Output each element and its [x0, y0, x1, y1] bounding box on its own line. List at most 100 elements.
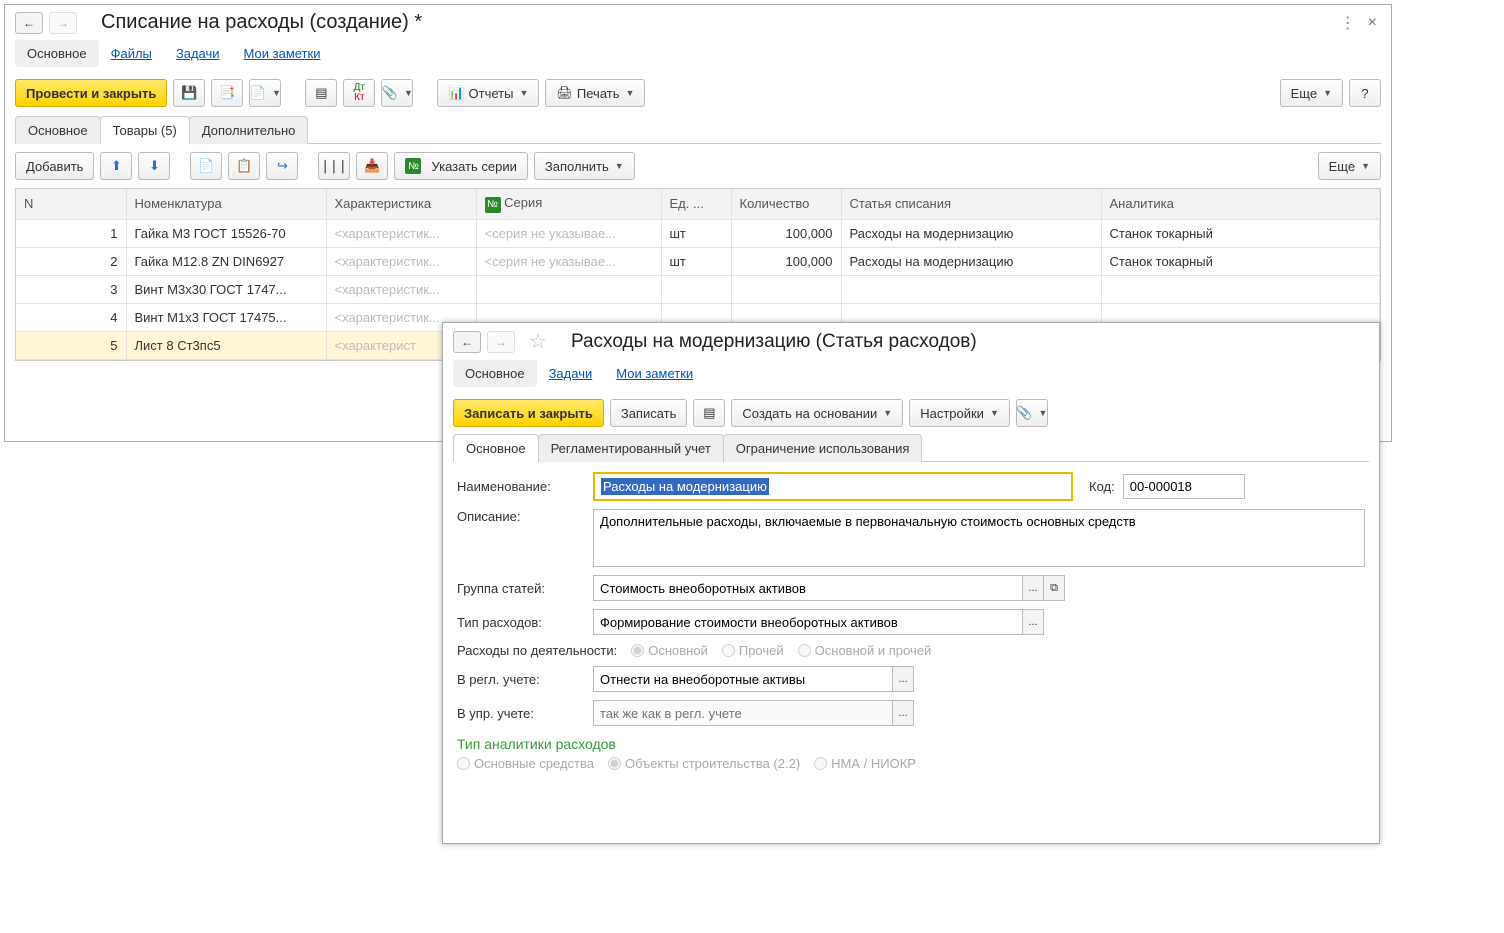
col-char[interactable]: Характеристика [326, 189, 476, 219]
copy-button[interactable] [190, 152, 222, 180]
basedon-button[interactable]: 📄▼ [249, 79, 281, 107]
tab-tasks[interactable]: Задачи [537, 360, 605, 387]
desc-label: Описание: [457, 509, 585, 524]
regl-field[interactable] [593, 666, 893, 692]
col-n[interactable]: N [16, 189, 126, 219]
type-field[interactable] [593, 609, 1023, 635]
back-button[interactable]: ← [453, 331, 481, 353]
table-row[interactable]: 2Гайка М12.8 ZN DIN6927<характеристик...… [16, 247, 1380, 275]
col-unit[interactable]: Ед. ... [661, 189, 731, 219]
window-title: Списание на расходы (создание) * [101, 11, 422, 34]
group-label: Группа статей: [457, 581, 585, 596]
formtab-limit[interactable]: Ограничение использования [723, 434, 923, 462]
table-toolbar: Добавить ⬆ ⬇ 📋 ↪ 📥 №Указать серии Заполн… [5, 144, 1391, 188]
select-button[interactable]: ... [892, 700, 914, 726]
type-label: Тип расходов: [457, 615, 585, 630]
kebab-icon[interactable]: ⋮ [1340, 13, 1356, 33]
col-qty[interactable]: Количество [731, 189, 841, 219]
paste-button[interactable]: 📋 [228, 152, 260, 180]
close-icon[interactable]: × [1364, 14, 1381, 32]
col-analytics[interactable]: Аналитика [1101, 189, 1380, 219]
open-button[interactable]: ⧉ [1043, 575, 1065, 601]
col-article[interactable]: Статья списания [841, 189, 1101, 219]
title-bar: ← → ☆ Расходы на модернизацию (Статья ра… [443, 323, 1379, 358]
tab-notes[interactable]: Мои заметки [232, 40, 333, 67]
select-button[interactable]: ... [1022, 575, 1044, 601]
name-field[interactable]: Расходы на модернизацию [593, 472, 1073, 501]
window-title: Расходы на модернизацию (Статья расходов… [571, 331, 977, 353]
move-up-button[interactable]: ⬆ [100, 152, 132, 180]
import-icon: 📥 [364, 158, 380, 174]
settings-button[interactable]: Настройки▼ [909, 399, 1010, 427]
tab-tasks[interactable]: Задачи [164, 40, 232, 67]
radio-activity-other: Прочей [722, 643, 784, 658]
nav-tabs: Основное Задачи Мои заметки [443, 358, 1379, 395]
col-nomen[interactable]: Номенклатура [126, 189, 326, 219]
select-button[interactable]: ... [892, 666, 914, 692]
arrow-left-icon: ← [461, 335, 473, 349]
tab-main[interactable]: Основное [15, 40, 99, 67]
post-button[interactable]: 📑 [211, 79, 243, 107]
code-label: Код: [1089, 479, 1115, 494]
command-bar: Записать и закрыть Записать ▤ Создать на… [443, 395, 1379, 433]
list-icon: ▤ [703, 405, 715, 421]
table-more-button[interactable]: Еще▼ [1318, 152, 1381, 180]
fill-button[interactable]: Заполнить▼ [534, 152, 635, 180]
analytics-type-header: Тип аналитики расходов [457, 736, 1365, 752]
print-button[interactable]: Печать▼ [545, 79, 645, 107]
col-series[interactable]: № Серия [476, 189, 661, 219]
reports-icon [448, 85, 464, 101]
post-and-close-button[interactable]: Провести и закрыть [15, 79, 167, 107]
attach-button[interactable]: 📎▼ [381, 79, 413, 107]
name-label: Наименование: [457, 479, 585, 494]
forward-button[interactable]: → [49, 12, 77, 34]
tab-notes[interactable]: Мои заметки [604, 360, 705, 387]
series-button[interactable]: №Указать серии [394, 152, 527, 180]
write-close-button[interactable]: Записать и закрыть [453, 399, 604, 427]
back-button[interactable]: ← [15, 12, 43, 34]
move-down-button[interactable]: ⬇ [138, 152, 170, 180]
attach-icon: 📎 [382, 85, 398, 101]
star-icon[interactable]: ☆ [529, 329, 547, 354]
help-button[interactable]: ? [1349, 79, 1381, 107]
table-row[interactable]: 3Винт М3х30 ГОСТ 1747...<характеристик..… [16, 275, 1380, 303]
add-row-button[interactable]: Добавить [15, 152, 94, 180]
list-button[interactable]: ▤ [305, 79, 337, 107]
desc-field[interactable] [593, 509, 1365, 567]
forward-button[interactable]: → [487, 331, 515, 353]
form-body: Наименование: Расходы на модернизацию Ко… [443, 462, 1379, 789]
more-button[interactable]: Еще▼ [1280, 79, 1343, 107]
write-button[interactable]: Записать [610, 399, 688, 427]
form-tabs: Основное Товары (5) Дополнительно [15, 115, 1381, 144]
attach-icon: 📎 [1016, 405, 1032, 421]
save-button[interactable] [173, 79, 205, 107]
code-field[interactable] [1123, 474, 1245, 499]
attach-button[interactable]: 📎▼ [1016, 399, 1048, 427]
command-bar: Провести и закрыть 📑 📄▼ ▤ ДтКт 📎▼ Отчеты… [5, 75, 1391, 113]
list-button[interactable]: ▤ [693, 399, 725, 427]
import-button[interactable]: 📥 [356, 152, 388, 180]
tab-main[interactable]: Основное [453, 360, 537, 387]
dtkt-button[interactable]: ДтКт [343, 79, 375, 107]
activity-label: Расходы по деятельности: [457, 643, 617, 658]
formtab-reg[interactable]: Регламентированный учет [538, 434, 724, 462]
list-icon: ▤ [315, 85, 327, 101]
formtab-main[interactable]: Основное [453, 434, 539, 462]
table-row[interactable]: 1Гайка М3 ГОСТ 15526-70<характеристик...… [16, 219, 1380, 247]
arrow-right-icon: → [495, 335, 507, 349]
barcode-button[interactable] [318, 152, 350, 180]
select-button[interactable]: ... [1022, 609, 1044, 635]
print-icon [556, 85, 573, 101]
create-by-button[interactable]: Создать на основании▼ [731, 399, 903, 427]
tab-files[interactable]: Файлы [99, 40, 164, 67]
table-header: N Номенклатура Характеристика № Серия Ед… [16, 189, 1380, 219]
post-icon: 📑 [219, 85, 235, 101]
reports-button[interactable]: Отчеты▼ [437, 79, 539, 107]
formtab-extra[interactable]: Дополнительно [189, 116, 309, 144]
group-field[interactable] [593, 575, 1023, 601]
formtab-main[interactable]: Основное [15, 116, 101, 144]
title-bar: ← → Списание на расходы (создание) * ⋮ × [5, 5, 1391, 38]
upr-field[interactable] [593, 700, 893, 726]
share-button[interactable]: ↪ [266, 152, 298, 180]
formtab-goods[interactable]: Товары (5) [100, 116, 190, 144]
